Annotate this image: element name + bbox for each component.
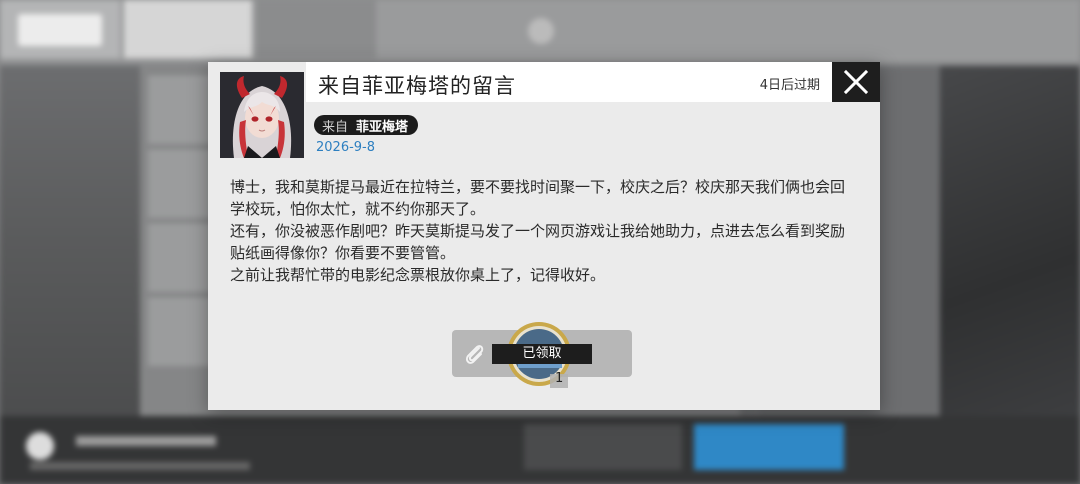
sender-avatar: [220, 72, 304, 158]
message-body: 博士，我和莫斯提马最近在拉特兰，要不要找时间聚一下，校庆之后？校庆那天我们俩也会…: [230, 176, 858, 286]
bg-tab-2: [124, 0, 298, 58]
bg-avatar: [26, 432, 54, 460]
paperclip-icon: [465, 345, 484, 364]
dialog-title: 来自菲亚梅塔的留言: [318, 74, 516, 98]
sender-label: 来自: [322, 119, 349, 135]
sender-badge: 来自 菲亚梅塔: [314, 115, 419, 135]
sender-name: 菲亚梅塔: [356, 119, 409, 135]
bg-right-column: [940, 66, 1080, 416]
message-dialog: 来自菲亚梅塔的留言 4日后过期 来自 菲亚梅塔 2026-9-8 博士，我和莫斯…: [208, 62, 880, 410]
bg-button-1: [524, 424, 682, 470]
bg-tab-1: [0, 0, 120, 58]
message-paragraph: 还有，你没被恶作剧吧？昨天莫斯提马发了一个网页游戏让我给她助力，点进去怎么看到奖…: [230, 222, 846, 262]
bg-button-2: [694, 424, 844, 470]
reward-count: 1: [555, 371, 564, 386]
title-bar: 来自菲亚梅塔的留言 4日后过期: [306, 62, 832, 102]
close-icon: [843, 69, 869, 95]
message-date: 2026-9-8: [316, 140, 376, 155]
bg-left-column: [0, 66, 140, 416]
close-button[interactable]: [832, 62, 880, 102]
expire-notice: 4日后过期: [759, 78, 820, 93]
bg-tab-3: [256, 0, 554, 58]
received-status: 已领取: [492, 344, 592, 364]
message-paragraph: 之前让我帮忙带的电影纪念票根放你桌上了，记得收好。: [230, 266, 606, 284]
message-paragraph: 博士，我和莫斯提马最近在拉特兰，要不要找时间聚一下，校庆之后？校庆那天我们俩也会…: [230, 178, 846, 218]
